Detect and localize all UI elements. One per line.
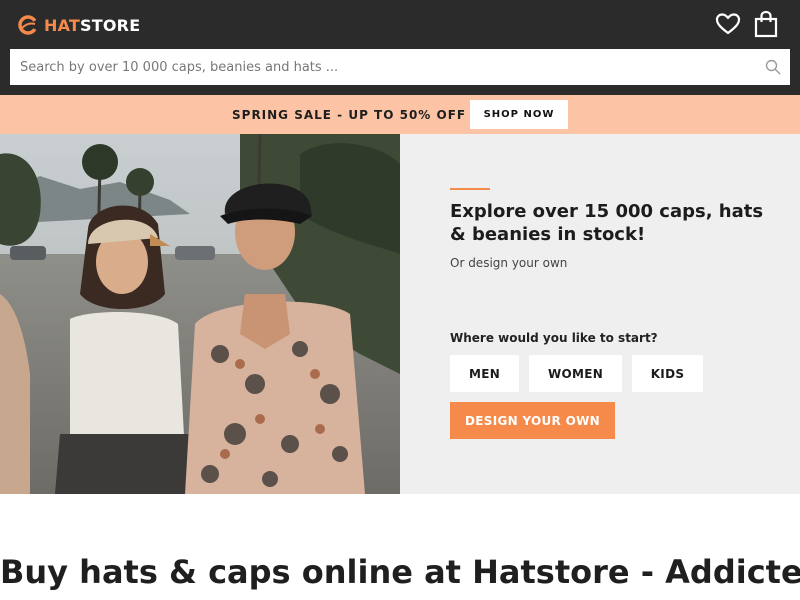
promo-banner: SPRING SALE - UP TO 50% OFF SHOP NOW xyxy=(0,95,800,134)
hero-subtitle: Or design your own xyxy=(450,256,568,270)
design-your-own-button[interactable]: DESIGN YOUR OWN xyxy=(450,402,615,439)
search-bar xyxy=(10,49,790,85)
hero-photo-illustration xyxy=(0,134,400,494)
promo-text: SPRING SALE - UP TO 50% OFF xyxy=(232,108,467,122)
page-heading: Buy hats & caps online at Hatstore - Add… xyxy=(0,553,800,591)
category-men-button[interactable]: MEN xyxy=(450,355,519,392)
start-question: Where would you like to start? xyxy=(450,331,658,345)
heart-icon xyxy=(715,13,741,35)
search-button[interactable] xyxy=(756,49,790,85)
hero-panel: Explore over 15 000 caps, hats & beanies… xyxy=(400,134,800,494)
cart-button[interactable] xyxy=(751,9,781,39)
logo-mark-icon xyxy=(18,15,38,35)
search-input[interactable] xyxy=(10,49,756,85)
shop-now-button[interactable]: SHOP NOW xyxy=(470,100,568,129)
search-icon xyxy=(765,59,781,75)
category-kids-button[interactable]: KIDS xyxy=(632,355,703,392)
site-header: HATSTORE xyxy=(0,0,800,95)
wishlist-button[interactable] xyxy=(713,9,743,39)
accent-line xyxy=(450,188,490,190)
category-women-button[interactable]: WOMEN xyxy=(529,355,622,392)
hero-image[interactable] xyxy=(0,134,400,494)
hero-title: Explore over 15 000 caps, hats & beanies… xyxy=(450,201,764,245)
shopping-bag-icon xyxy=(754,10,778,38)
hatstore-logo[interactable]: HATSTORE xyxy=(18,14,140,36)
logo-text: HATSTORE xyxy=(44,15,141,35)
